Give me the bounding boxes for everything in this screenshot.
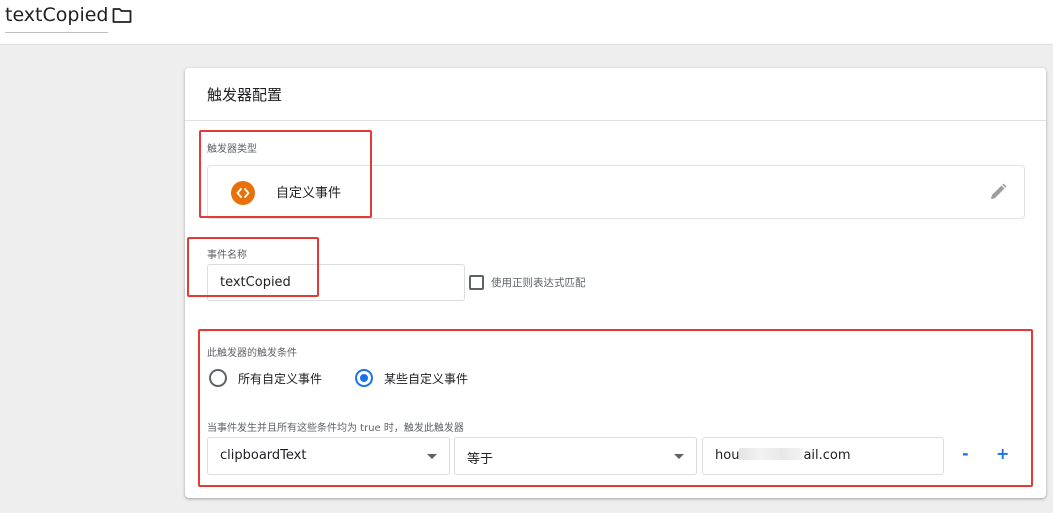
event-name-label: 事件名称 (207, 250, 247, 261)
pencil-icon[interactable] (988, 182, 1008, 202)
some-custom-events-radio[interactable] (355, 369, 373, 387)
value-suffix: ail.com (803, 448, 851, 463)
top-bar: textCopied (0, 0, 1053, 45)
trigger-type-label: 触发器类型 (207, 144, 257, 155)
regex-checkbox-label: 使用正则表达式匹配 (491, 277, 586, 289)
event-name-input[interactable]: textCopied (207, 264, 465, 301)
regex-checkbox[interactable] (469, 275, 484, 290)
trigger-type-name: 自定义事件 (276, 186, 342, 201)
trigger-config-card: 触发器配置 触发器类型 自定义事件 事件名称 textCopied 使用正则表达… (185, 68, 1046, 498)
all-custom-events-radio[interactable] (209, 369, 227, 387)
variable-select[interactable]: clipboardText (207, 437, 450, 475)
code-brackets-icon (231, 181, 255, 205)
card-title: 触发器配置 (207, 86, 283, 104)
folder-icon[interactable] (112, 6, 132, 24)
redacted-region (739, 448, 804, 460)
remove-condition-button[interactable]: - (962, 444, 969, 463)
all-custom-events-label[interactable]: 所有自定义事件 (238, 370, 322, 387)
condition-value-input[interactable]: hou ail.com (702, 437, 944, 475)
divider (185, 120, 1046, 121)
trigger-type-selector[interactable]: 自定义事件 (207, 165, 1025, 219)
trigger-name-title[interactable]: textCopied (5, 4, 109, 33)
condition-description: 当事件发生并且所有这些条件均为 true 时，触发此触发器 (207, 423, 464, 434)
value-prefix: hou (715, 448, 740, 463)
dropdown-arrow-icon (427, 454, 437, 459)
dropdown-arrow-icon (674, 454, 684, 459)
add-condition-button[interactable]: + (996, 444, 1009, 463)
variable-select-value: clipboardText (220, 448, 307, 463)
operator-select-value: 等于 (467, 452, 494, 467)
operator-select[interactable]: 等于 (454, 437, 697, 475)
fire-condition-label: 此触发器的触发条件 (207, 348, 297, 359)
some-custom-events-label[interactable]: 某些自定义事件 (384, 370, 468, 387)
